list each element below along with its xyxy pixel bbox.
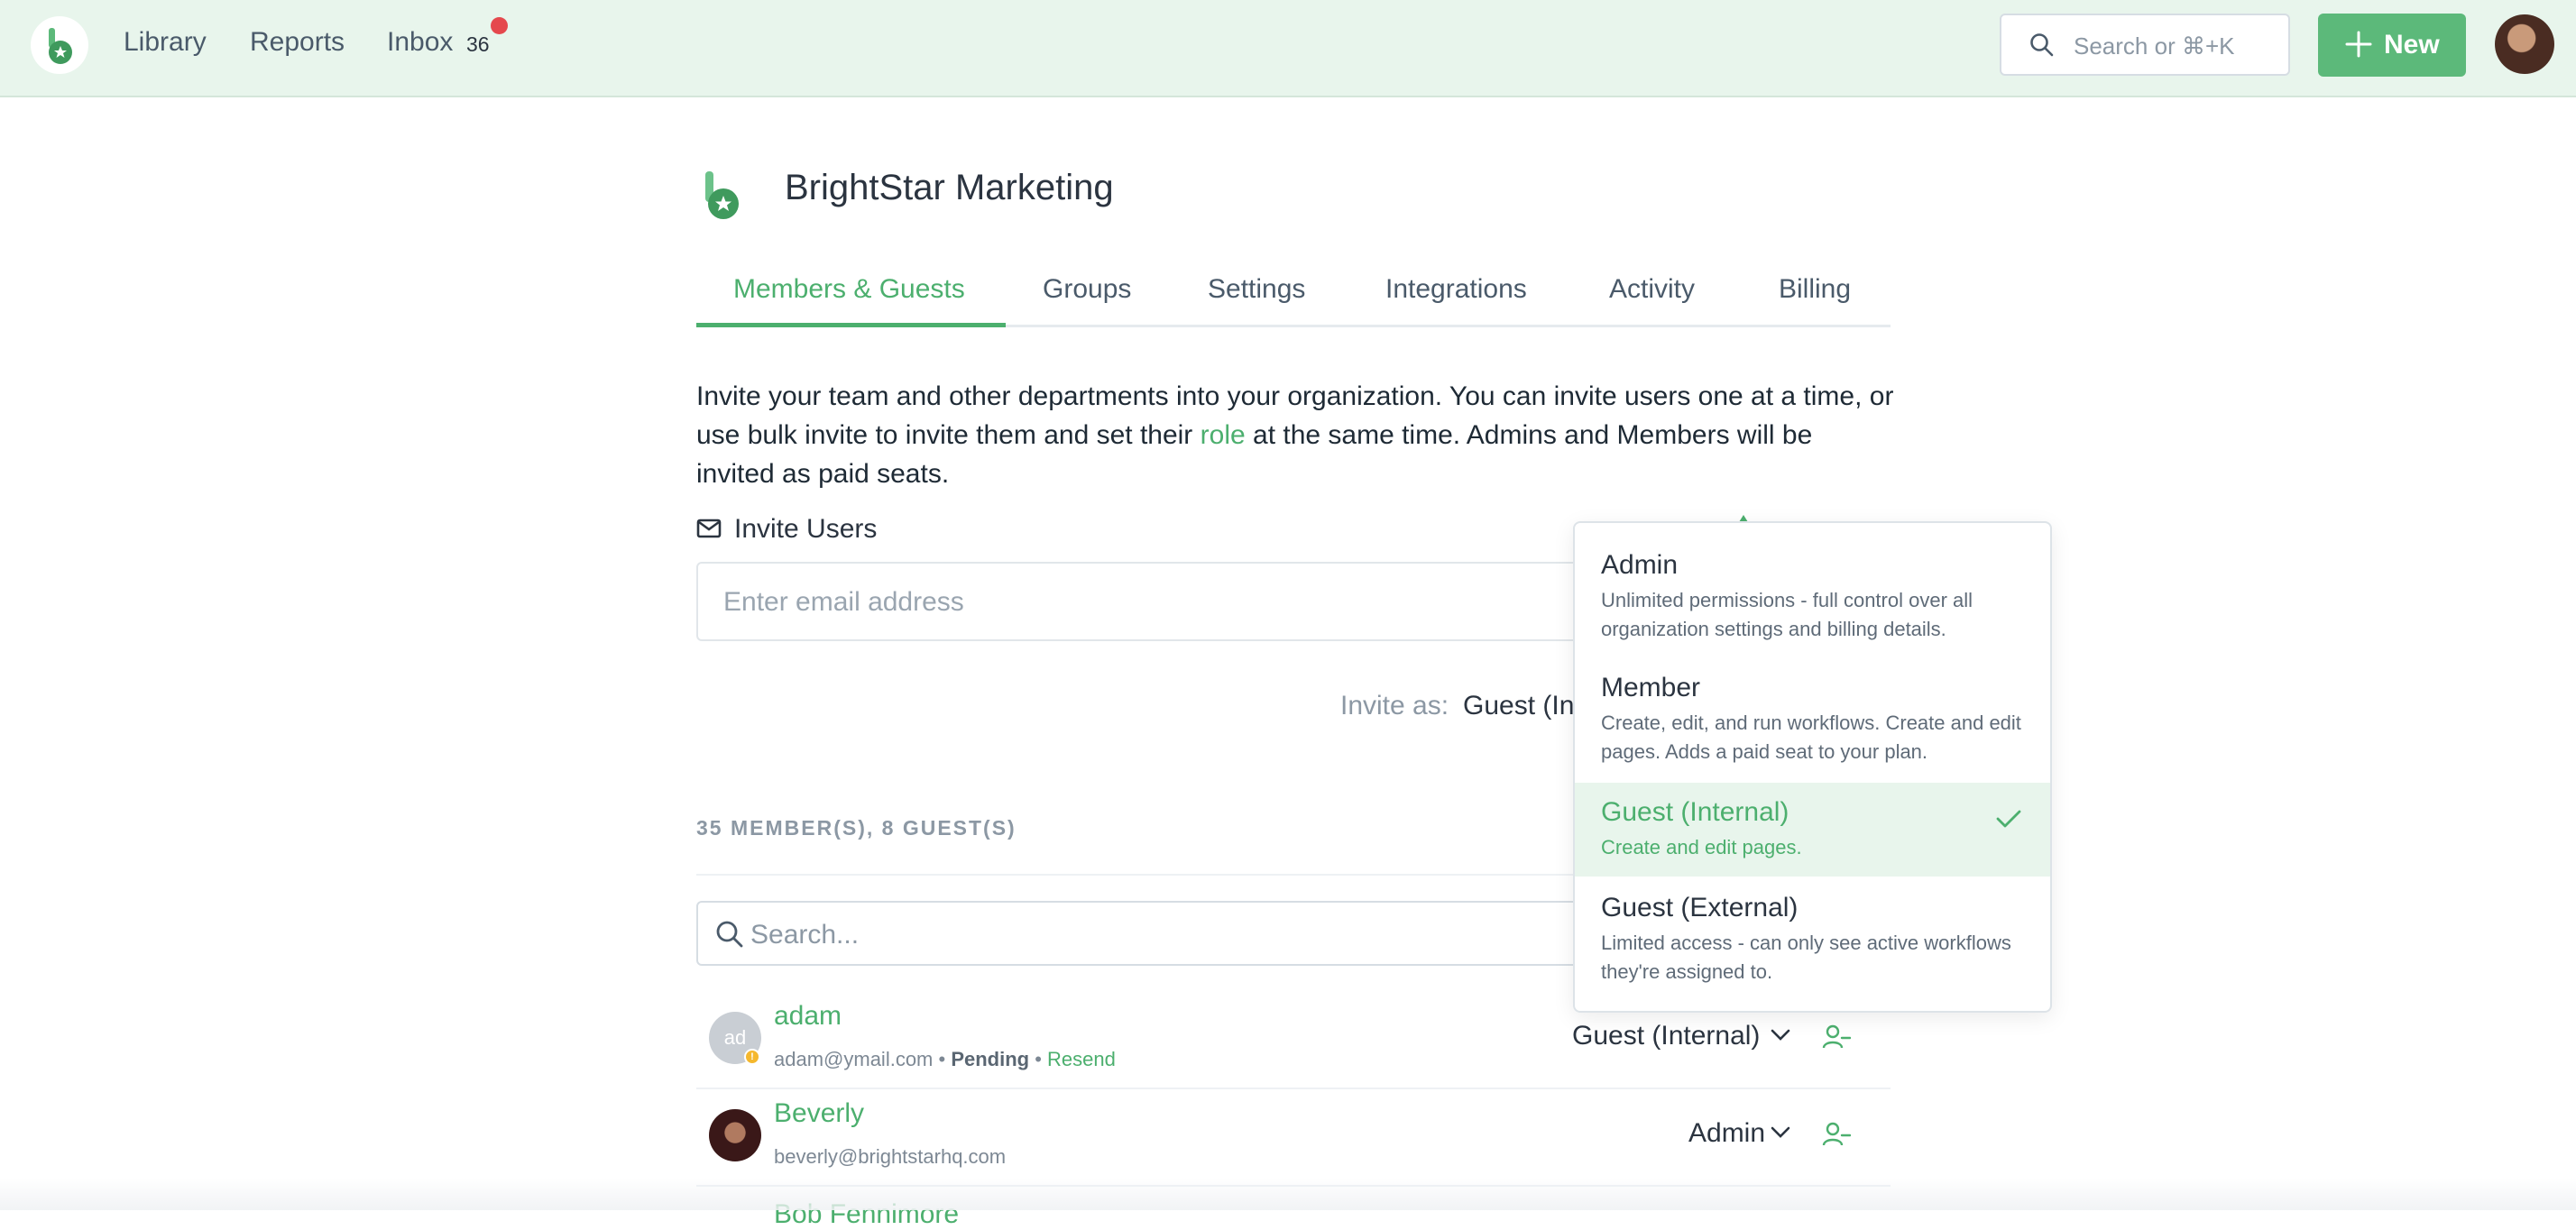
role-option-title: Admin [1601,550,1679,580]
role-option-title: Guest (External) [1601,893,1799,922]
user-avatar[interactable] [2495,14,2554,74]
top-navigation-bar: Library Reports Inbox 36 Search or ⌘+K N… [0,0,2576,97]
chevron-down-icon[interactable] [1770,1125,1791,1144]
member-details: adam@ymail.com • Pending • Resend [774,1048,1116,1070]
tab-settings[interactable]: Settings [1208,274,1305,305]
invite-as-select[interactable]: Guest (In [1463,691,1574,721]
role-select[interactable]: Guest (Internal) [1572,1021,1760,1051]
role-option-guest-external[interactable]: Guest (External) Limited access - can on… [1575,893,2050,1010]
active-tab-indicator [696,323,1006,327]
tab-members-guests[interactable]: Members & Guests [733,274,965,305]
role-option-member[interactable]: Member Create, edit, and run workflows. … [1575,673,2050,790]
role-option-title: Guest (Internal) [1601,797,1789,827]
pending-warning-icon: ! [744,1049,760,1065]
email-placeholder: Enter email address [723,587,964,617]
envelope-icon [696,518,722,544]
role-option-description: Create and edit pages. [1601,836,1802,858]
tab-groups[interactable]: Groups [1043,274,1131,305]
inbox-count-badge: 36 [466,32,490,56]
chevron-down-icon[interactable] [1770,1028,1791,1047]
resend-link[interactable]: Resend [1047,1048,1116,1070]
global-search-input[interactable]: Search or ⌘+K [2000,14,2290,76]
search-icon [714,919,745,954]
role-option-description: Unlimited permissions - full control ove… [1601,589,1973,640]
check-icon [1995,808,2022,834]
member-guest-count: 35 MEMBER(S), 8 GUEST(S) [696,816,1017,840]
remove-user-icon[interactable] [1822,1122,1852,1152]
plus-icon [2343,29,2374,64]
tab-activity[interactable]: Activity [1609,274,1695,305]
search-icon [2029,32,2056,63]
global-search-placeholder: Search or ⌘+K [2074,32,2235,60]
member-email: adam@ymail.com [774,1048,934,1070]
role-select[interactable]: Admin [1688,1118,1765,1149]
role-option-guest-internal[interactable]: Guest (Internal) Create and edit pages. [1575,783,2050,877]
tab-billing[interactable]: Billing [1779,274,1851,305]
nav-reports[interactable]: Reports [250,27,345,58]
new-button[interactable]: New [2318,14,2466,77]
member-search-placeholder: Search... [750,920,860,950]
brand-logo-icon[interactable] [31,16,88,74]
org-logo-icon [700,168,754,226]
tab-integrations[interactable]: Integrations [1385,274,1527,305]
avatar [709,1109,761,1161]
remove-user-icon[interactable] [1822,1024,1852,1054]
nav-library[interactable]: Library [124,27,207,58]
role-option-admin[interactable]: Admin Unlimited permissions - full contr… [1575,550,2050,667]
invite-description: Invite your team and other departments i… [696,377,1896,493]
role-option-title: Member [1601,673,1701,702]
nav-inbox[interactable]: Inbox [387,27,453,58]
status-badge: Pending [951,1048,1030,1070]
table-row: Beverly beverly@brightstarhq.com Admin [696,1089,1891,1187]
member-name[interactable]: adam [774,1001,842,1032]
role-option-description: Limited access - can only see active wor… [1601,932,2011,983]
member-email: beverly@brightstarhq.com [774,1145,1007,1168]
invite-users-label: Invite Users [734,514,878,544]
scroll-fade [0,1178,2576,1210]
role-option-description: Create, edit, and run workflows. Create … [1601,711,2021,763]
new-button-label: New [2384,30,2440,60]
invite-as-label: Invite as: [1340,691,1449,721]
member-name[interactable]: Beverly [774,1098,864,1129]
notification-dot [491,17,508,34]
role-dropdown-menu: Admin Unlimited permissions - full contr… [1573,521,2052,1013]
org-name-title: BrightStar Marketing [785,168,1114,207]
role-link[interactable]: role [1201,420,1246,450]
